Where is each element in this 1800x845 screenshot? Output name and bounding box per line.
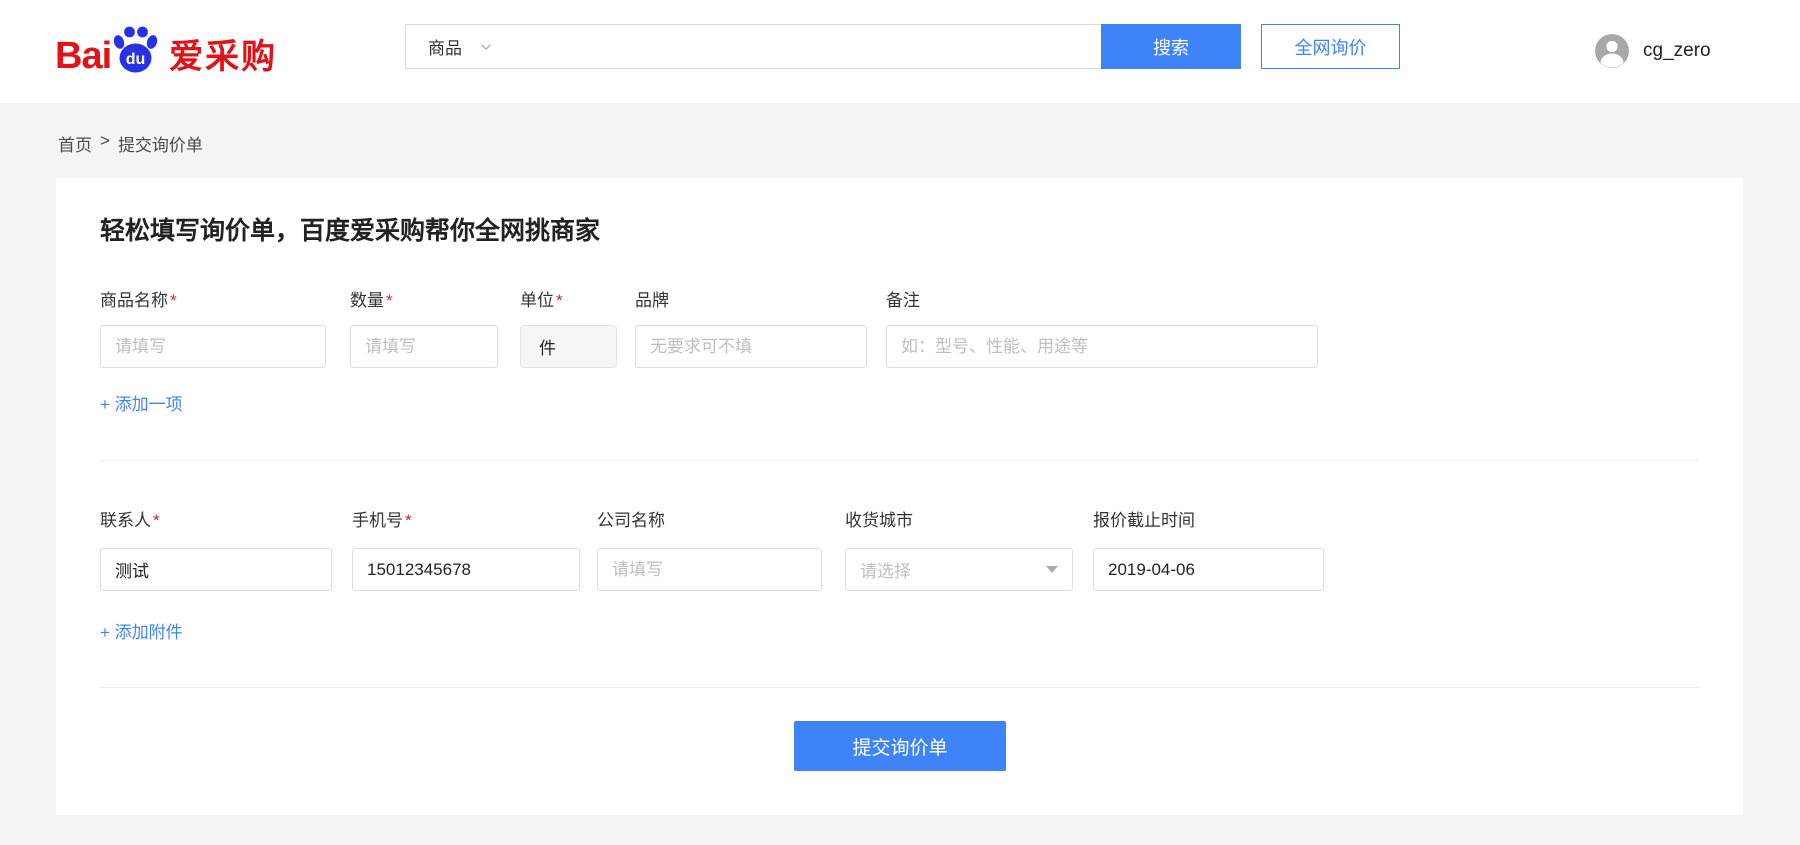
search-category-label: 商品 bbox=[428, 34, 462, 59]
add-item-link[interactable]: + 添加一项 bbox=[100, 390, 183, 415]
svg-text:du: du bbox=[126, 51, 146, 68]
section-divider bbox=[100, 460, 1699, 461]
breadcrumb-current: 提交询价单 bbox=[118, 131, 203, 156]
add-attachment-link[interactable]: + 添加附件 bbox=[100, 618, 183, 643]
section-divider bbox=[100, 687, 1699, 688]
breadcrumb-separator: > bbox=[100, 131, 110, 156]
logo-bai-text: Bai bbox=[55, 30, 111, 82]
search-button[interactable]: 搜索 bbox=[1101, 24, 1241, 69]
breadcrumb-home[interactable]: 首页 bbox=[58, 131, 92, 156]
required-asterisk: * bbox=[386, 291, 393, 310]
delivery-city-select[interactable]: 请选择 bbox=[845, 548, 1073, 591]
search-bar: 商品 bbox=[405, 24, 1102, 69]
global-inquiry-button[interactable]: 全网询价 bbox=[1261, 24, 1400, 69]
required-asterisk: * bbox=[170, 291, 177, 310]
delivery-city-placeholder: 请选择 bbox=[860, 557, 911, 582]
label-remarks: 备注 bbox=[886, 286, 922, 311]
quote-deadline-input[interactable] bbox=[1093, 548, 1324, 591]
breadcrumb: 首页 > 提交询价单 bbox=[58, 131, 203, 156]
triangle-down-icon bbox=[1046, 566, 1058, 573]
phone-number-input[interactable] bbox=[352, 548, 580, 591]
logo-brand-text: 爱采购 bbox=[169, 32, 277, 82]
label-brand: 品牌 bbox=[635, 286, 671, 311]
label-company-name: 公司名称 bbox=[597, 506, 665, 531]
label-quote-deadline: 报价截止时间 bbox=[1093, 506, 1195, 531]
contact-person-input[interactable] bbox=[100, 548, 332, 591]
search-category-dropdown[interactable]: 商品 bbox=[406, 34, 516, 59]
inquiry-form-card: 轻松填写询价单，百度爱采购帮你全网挑商家 商品名称* 数量* 单位* 品牌 备注… bbox=[56, 178, 1743, 815]
user-account[interactable]: cg_zero bbox=[1594, 31, 1711, 71]
label-product-name: 商品名称* bbox=[100, 286, 177, 311]
label-quantity: 数量* bbox=[350, 286, 393, 311]
required-asterisk: * bbox=[153, 511, 160, 530]
page: Bai du 爱采购 商品 搜索 bbox=[0, 0, 1800, 845]
product-name-input[interactable] bbox=[100, 325, 326, 368]
required-asterisk: * bbox=[556, 291, 563, 310]
quantity-input[interactable] bbox=[350, 325, 498, 368]
label-contact-person: 联系人* bbox=[100, 506, 160, 531]
unit-value: 件 bbox=[539, 334, 556, 359]
form-title: 轻松填写询价单，百度爱采购帮你全网挑商家 bbox=[100, 211, 600, 247]
company-name-input[interactable] bbox=[597, 548, 822, 591]
unit-select[interactable]: 件 bbox=[520, 325, 617, 368]
header: Bai du 爱采购 商品 搜索 bbox=[0, 0, 1800, 103]
search-input[interactable] bbox=[516, 25, 1101, 68]
label-unit: 单位* bbox=[520, 286, 563, 311]
submit-inquiry-button[interactable]: 提交询价单 bbox=[794, 721, 1006, 771]
brand-input[interactable] bbox=[635, 325, 867, 368]
person-icon bbox=[1594, 33, 1630, 69]
remarks-input[interactable] bbox=[886, 325, 1318, 368]
username: cg_zero bbox=[1643, 40, 1711, 62]
label-delivery-city: 收货城市 bbox=[845, 506, 913, 531]
required-asterisk: * bbox=[405, 511, 412, 530]
baidu-b2b-logo[interactable]: Bai du 爱采购 bbox=[55, 22, 277, 82]
baidu-paw-icon: du bbox=[109, 23, 161, 80]
label-phone-number: 手机号* bbox=[352, 506, 412, 531]
chevron-down-icon bbox=[480, 41, 492, 53]
